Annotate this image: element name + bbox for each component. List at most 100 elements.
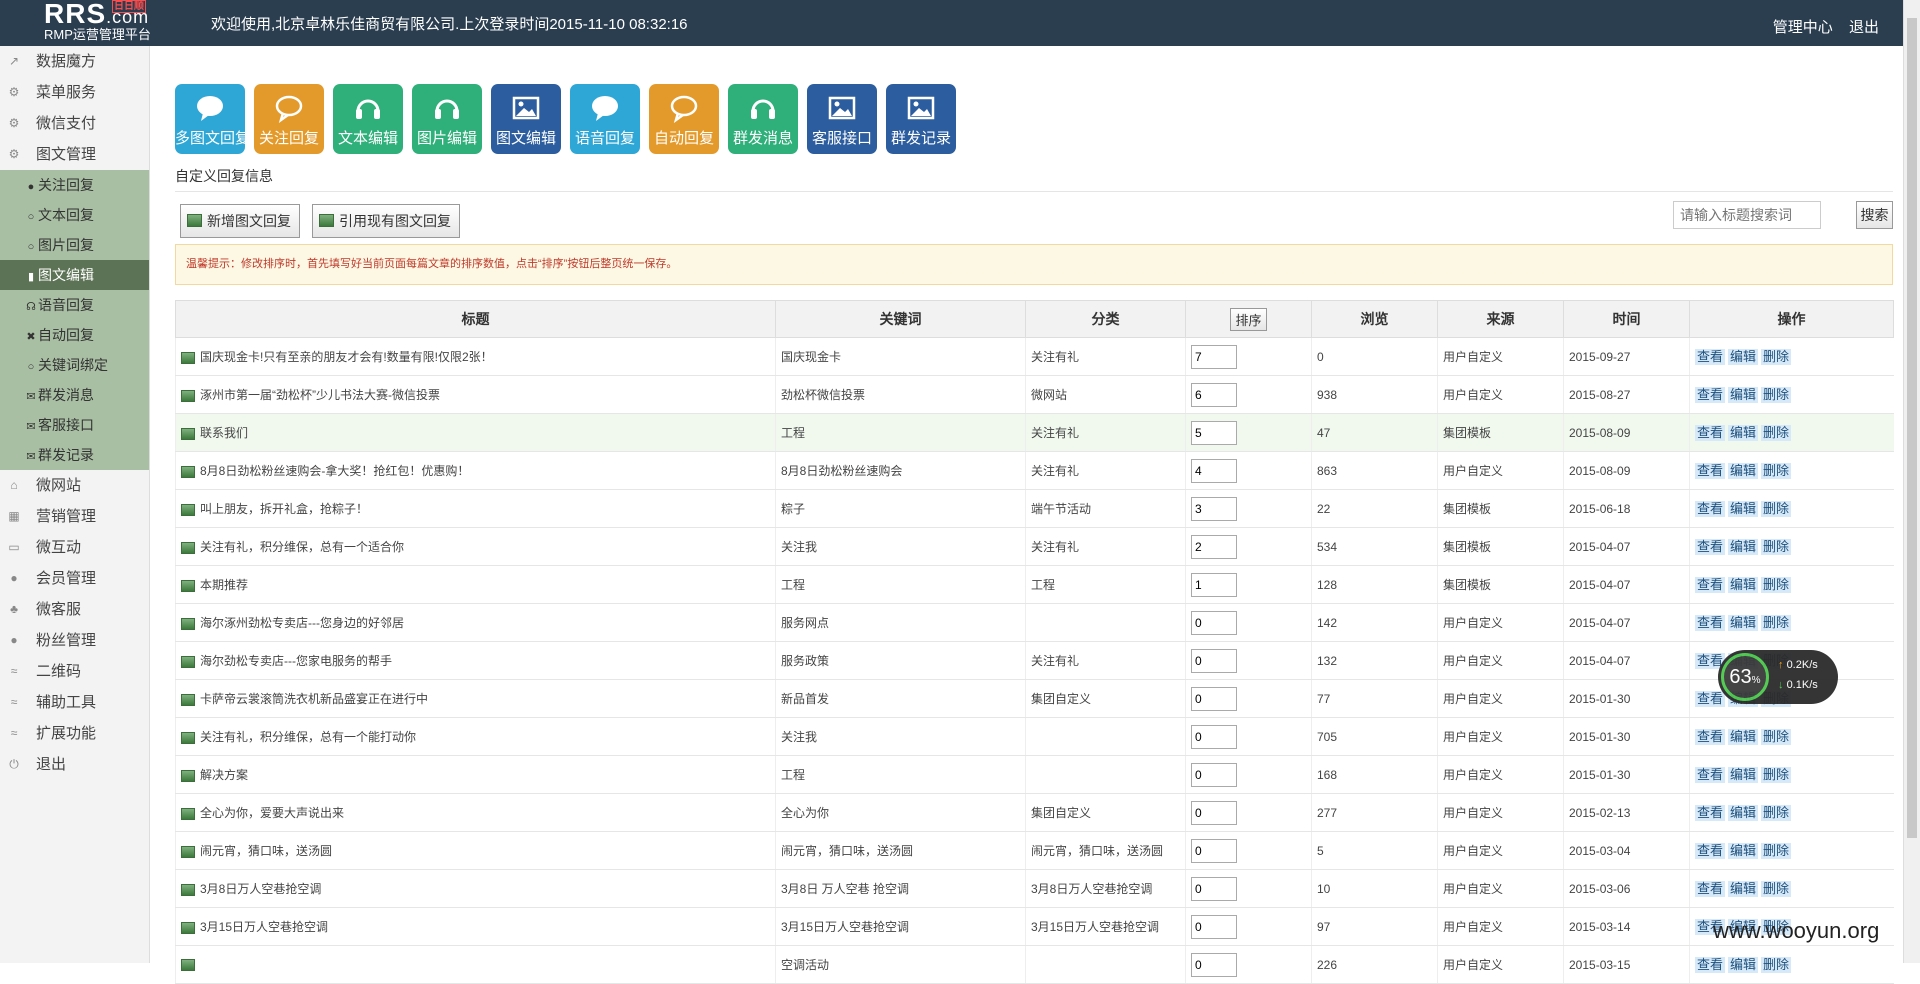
view-button[interactable]: 查看 (1695, 538, 1726, 555)
delete-button[interactable]: 删除 (1761, 348, 1792, 365)
cell-title[interactable]: 海尔涿州劲松专卖店---您身边的好邻居 (175, 603, 776, 642)
delete-button[interactable]: 删除 (1761, 956, 1792, 973)
sort-order-input[interactable] (1191, 458, 1237, 483)
edit-button[interactable]: 编辑 (1728, 348, 1759, 365)
cell-title[interactable] (175, 945, 776, 984)
cell-title[interactable]: 涿州市第一届“劲松杯”少儿书法大赛-微信投票 (175, 375, 776, 414)
tile-button[interactable]: 自动回复 (649, 84, 719, 154)
edit-button[interactable]: 编辑 (1728, 462, 1759, 479)
edit-button[interactable]: 编辑 (1728, 842, 1759, 859)
tile-button[interactable]: 关注回复 (254, 84, 324, 154)
article-title[interactable]: 全心为你，爱要大声说出来 (200, 806, 344, 820)
sidebar-item[interactable]: ✖ 自动回复 (0, 320, 149, 350)
sidebar-item[interactable]: ▮ 图文编辑 (0, 260, 149, 290)
reference-article-reply-button[interactable]: 引用现有图文回复 (312, 204, 460, 238)
cell-title[interactable]: 8月8日劲松粉丝速购会-拿大奖！抢红包！优惠购！ (175, 451, 776, 490)
view-button[interactable]: 查看 (1695, 690, 1726, 707)
view-button[interactable]: 查看 (1695, 462, 1726, 479)
delete-button[interactable]: 删除 (1761, 804, 1792, 821)
article-title[interactable]: 3月8日万人空巷抢空调 (200, 882, 321, 896)
view-button[interactable]: 查看 (1695, 956, 1726, 973)
article-title[interactable]: 8月8日劲松粉丝速购会-拿大奖！抢红包！优惠购！ (200, 464, 469, 478)
cell-title[interactable]: 3月8日万人空巷抢空调 (175, 869, 776, 908)
article-title[interactable]: 涿州市第一届“劲松杯”少儿书法大赛-微信投票 (200, 388, 440, 402)
article-title[interactable]: 闹元宵，猜口味，送汤圆 (200, 844, 332, 858)
sort-order-input[interactable] (1191, 876, 1237, 901)
sort-order-input[interactable] (1191, 686, 1237, 711)
sidebar-item[interactable]: ≈ 二维码 (0, 656, 149, 687)
sidebar-item[interactable]: ⌂ 微网站 (0, 470, 149, 501)
delete-button[interactable]: 删除 (1761, 386, 1792, 403)
sidebar-item[interactable]: ⚙ 微信支付 (0, 108, 149, 139)
cell-title[interactable]: 海尔劲松专卖店---您家电服务的帮手 (175, 641, 776, 680)
view-button[interactable]: 查看 (1695, 842, 1726, 859)
sidebar-item[interactable]: ✉ 群发消息 (0, 380, 149, 410)
sort-order-input[interactable] (1191, 572, 1237, 597)
sort-order-input[interactable] (1191, 952, 1237, 977)
scrollbar-thumb[interactable] (1907, 18, 1917, 838)
cell-title[interactable]: 解决方案 (175, 755, 776, 794)
edit-button[interactable]: 编辑 (1728, 880, 1759, 897)
delete-button[interactable]: 删除 (1761, 880, 1792, 897)
sidebar-item[interactable]: ● 关注回复 (0, 170, 149, 200)
sort-order-input[interactable] (1191, 610, 1237, 635)
cell-title[interactable]: 本期推荐 (175, 565, 776, 604)
view-button[interactable]: 查看 (1695, 804, 1726, 821)
cell-title[interactable]: 卡萨帝云裳滚筒洗衣机新品盛宴正在进行中 (175, 679, 776, 718)
tile-button[interactable]: 语音回复 (570, 84, 640, 154)
article-title[interactable]: 联系我们 (200, 426, 248, 440)
sidebar-item[interactable]: ☊ 语音回复 (0, 290, 149, 320)
delete-button[interactable]: 删除 (1761, 728, 1792, 745)
view-button[interactable]: 查看 (1695, 880, 1726, 897)
sidebar-item[interactable]: ⏻ 退出 (0, 749, 149, 780)
admin-center-link[interactable]: 管理中心 (1773, 19, 1833, 36)
delete-button[interactable]: 删除 (1761, 766, 1792, 783)
vertical-scrollbar[interactable] (1903, 0, 1920, 963)
sidebar-item[interactable]: ○ 图片回复 (0, 230, 149, 260)
sort-order-input[interactable] (1191, 648, 1237, 673)
cell-title[interactable]: 关注有礼，积分维保，总有一个能打动你 (175, 717, 776, 756)
sort-order-input[interactable] (1191, 800, 1237, 825)
article-title[interactable]: 关注有礼，积分维保，总有一个适合你 (200, 540, 404, 554)
sidebar-item[interactable]: ⚙ 图文管理 (0, 139, 149, 170)
view-button[interactable]: 查看 (1695, 424, 1726, 441)
tile-button[interactable]: 多图文回复 (175, 84, 250, 154)
sort-button[interactable]: 排序 (1230, 307, 1267, 331)
article-title[interactable]: 叫上朋友，拆开礼盒，抢粽子！ (200, 502, 368, 516)
cell-title[interactable]: 国庆现金卡!只有至亲的朋友才会有!数量有限!仅限2张！ (175, 337, 776, 376)
article-title[interactable]: 卡萨帝云裳滚筒洗衣机新品盛宴正在进行中 (200, 692, 428, 706)
edit-button[interactable]: 编辑 (1728, 766, 1759, 783)
edit-button[interactable]: 编辑 (1728, 576, 1759, 593)
cell-title[interactable]: 联系我们 (175, 413, 776, 452)
sort-order-input[interactable] (1191, 724, 1237, 749)
sidebar-item[interactable]: ▭ 微互动 (0, 532, 149, 563)
cell-title[interactable]: 关注有礼，积分维保，总有一个适合你 (175, 527, 776, 566)
view-button[interactable]: 查看 (1695, 766, 1726, 783)
sidebar-item[interactable]: ○ 关键词绑定 (0, 350, 149, 380)
delete-button[interactable]: 删除 (1761, 424, 1792, 441)
article-title[interactable]: 解决方案 (200, 768, 248, 782)
view-button[interactable]: 查看 (1695, 614, 1726, 631)
cell-title[interactable]: 叫上朋友，拆开礼盒，抢粽子！ (175, 489, 776, 528)
edit-button[interactable]: 编辑 (1728, 614, 1759, 631)
edit-button[interactable]: 编辑 (1728, 956, 1759, 973)
logo[interactable]: RRS.com 日日顺 RMP运营管理平台 (40, 0, 158, 46)
article-title[interactable]: 海尔涿州劲松专卖店---您身边的好邻居 (200, 616, 404, 630)
tile-button[interactable]: 文本编辑 (333, 84, 403, 154)
tile-button[interactable]: 客服接口 (807, 84, 877, 154)
edit-button[interactable]: 编辑 (1728, 804, 1759, 821)
article-title[interactable]: 国庆现金卡!只有至亲的朋友才会有!数量有限!仅限2张！ (200, 350, 493, 364)
sidebar-item[interactable]: ♣ 微客服 (0, 594, 149, 625)
network-speed-widget[interactable]: 63% ↑ 0.2K/s ↓ 0.1K/s (1718, 650, 1838, 704)
view-button[interactable]: 查看 (1695, 500, 1726, 517)
search-button[interactable]: 搜索 (1856, 201, 1893, 229)
sidebar-item[interactable]: ● 会员管理 (0, 563, 149, 594)
delete-button[interactable]: 删除 (1761, 842, 1792, 859)
sort-order-input[interactable] (1191, 762, 1237, 787)
article-title[interactable]: 关注有礼，积分维保，总有一个能打动你 (200, 730, 416, 744)
cell-title[interactable]: 3月15日万人空巷抢空调 (175, 907, 776, 946)
new-article-reply-button[interactable]: 新增图文回复 (180, 204, 300, 238)
sidebar-item[interactable]: ⚙ 菜单服务 (0, 77, 149, 108)
view-button[interactable]: 查看 (1695, 728, 1726, 745)
cell-title[interactable]: 全心为你，爱要大声说出来 (175, 793, 776, 832)
